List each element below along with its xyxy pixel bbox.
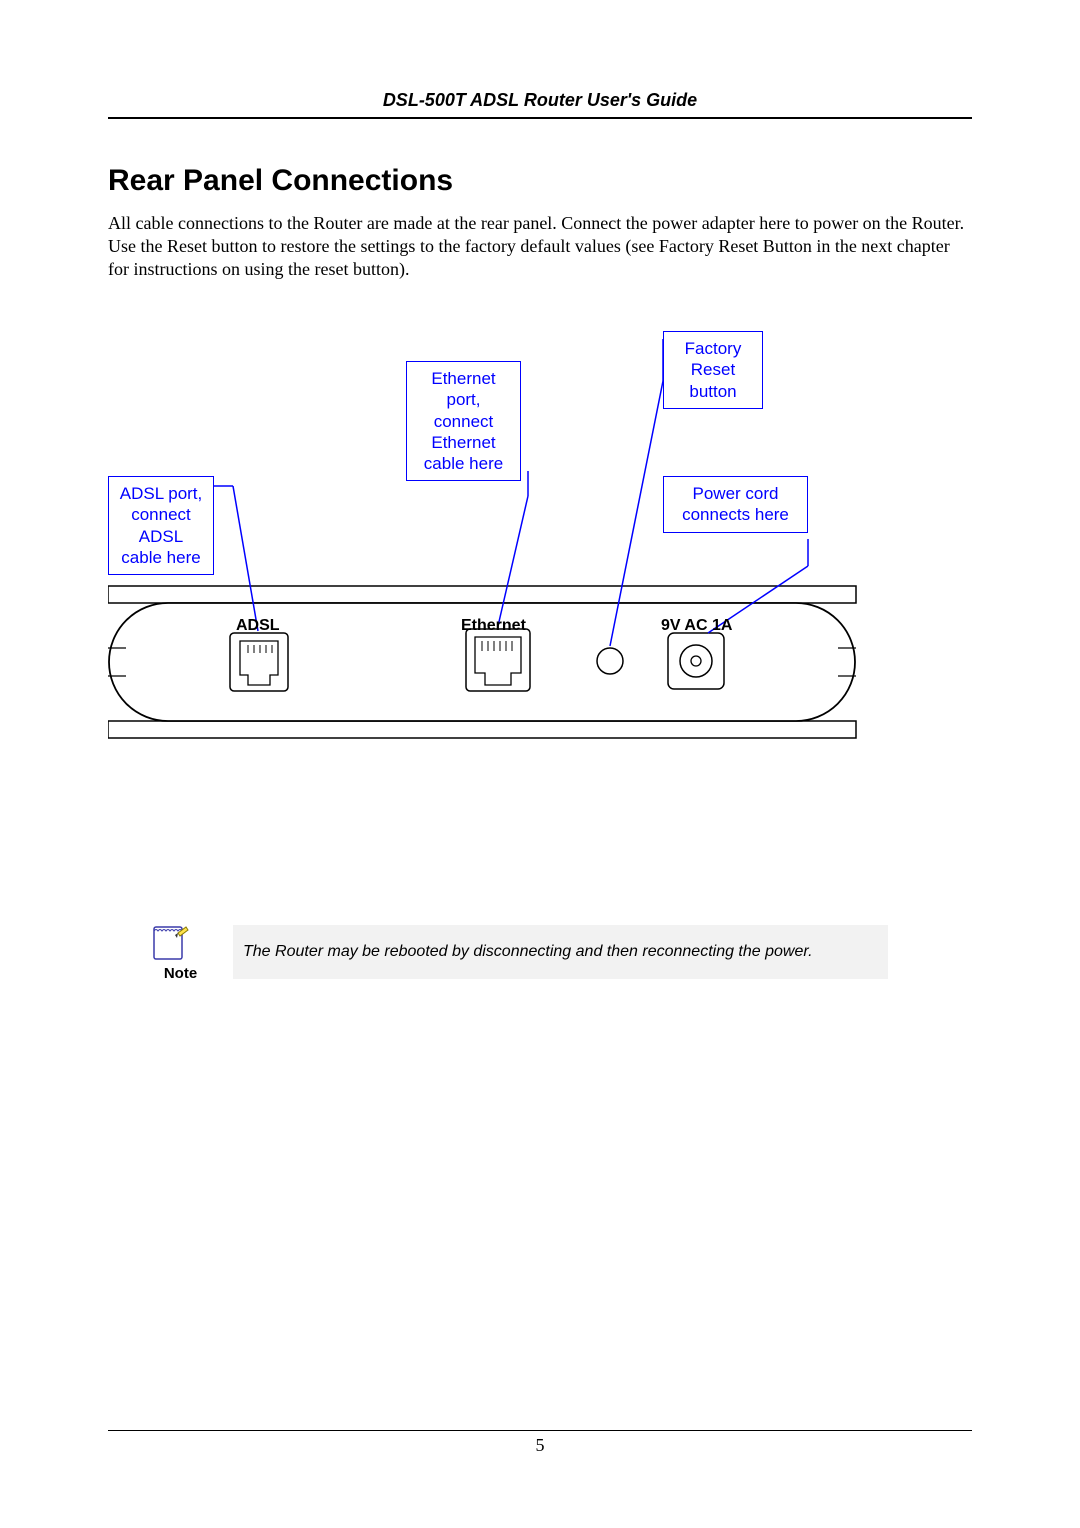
- port-label-power: 9V AC 1A: [661, 617, 732, 635]
- callout-power-cord: Power cord connects here: [663, 476, 808, 533]
- notepad-icon: [148, 921, 190, 963]
- note-box: Note The Router may be rebooted by disco…: [148, 921, 888, 982]
- port-label-ethernet: Ethernet: [461, 617, 526, 635]
- page-number: 5: [536, 1435, 545, 1455]
- page-content: DSL-500T ADSL Router User's Guide Rear P…: [108, 90, 972, 982]
- note-text: The Router may be rebooted by disconnect…: [233, 925, 888, 979]
- section-title: Rear Panel Connections: [108, 164, 972, 198]
- port-label-adsl: ADSL: [236, 617, 280, 635]
- note-label: Note: [148, 965, 213, 982]
- document-header: DSL-500T ADSL Router User's Guide: [108, 90, 972, 119]
- callout-adsl-port: ADSL port, connect ADSL cable here: [108, 476, 214, 575]
- page-footer: 5: [108, 1430, 972, 1456]
- section-body: All cable connections to the Router are …: [108, 212, 972, 281]
- callout-ethernet-port: Ethernet port, connect Ethernet cable he…: [406, 361, 521, 481]
- router-panel-svg: [108, 321, 972, 821]
- callout-factory-reset: Factory Reset button: [663, 331, 763, 409]
- rear-panel-diagram: ADSL port, connect ADSL cable here Ether…: [108, 321, 972, 821]
